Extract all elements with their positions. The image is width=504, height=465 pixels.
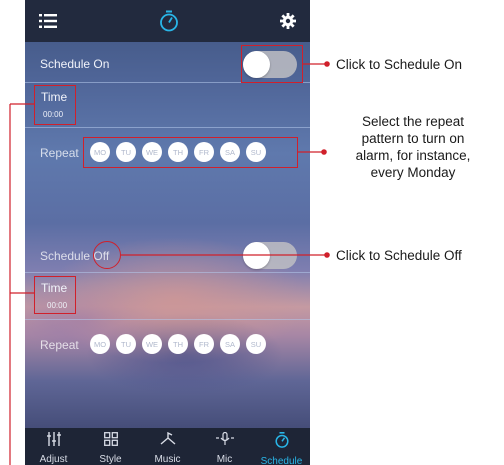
day-fr-button[interactable]: FR	[194, 334, 214, 354]
music-icon	[159, 431, 177, 451]
nav-adjust[interactable]: Adjust	[28, 432, 80, 465]
nav-label: Schedule	[260, 456, 303, 465]
callout-schedule-on: Click to Schedule On	[336, 57, 463, 72]
nav-label: Style	[99, 454, 122, 465]
annotation-box-time	[34, 276, 76, 314]
schedule-on-label: Schedule On	[40, 57, 110, 71]
day-mo-button[interactable]: MO	[90, 334, 110, 354]
callout-repeat-line: every Monday	[370, 165, 456, 180]
callout-repeat: Select the repeat pattern to turn on ala…	[328, 113, 498, 181]
nav-style[interactable]: Style	[85, 432, 137, 465]
annotation-circle-off	[93, 241, 121, 269]
stopwatch-icon[interactable]	[159, 10, 179, 32]
day-sa-button[interactable]: SA	[220, 334, 240, 354]
schedule-off-prefix: Schedule	[40, 249, 94, 263]
repeat-label: Repeat	[40, 338, 79, 352]
repeat-days: MO TU WE TH FR SA SU	[90, 334, 266, 354]
day-we-button[interactable]: WE	[142, 334, 162, 354]
repeat-label: Repeat	[40, 146, 79, 160]
annotation-box-repeat	[83, 137, 298, 168]
annotation-box-toggle	[241, 45, 303, 83]
day-th-button[interactable]: TH	[168, 334, 188, 354]
top-bar	[25, 0, 310, 42]
gear-icon[interactable]	[280, 13, 296, 29]
stopwatch-icon	[274, 432, 290, 453]
list-icon[interactable]	[39, 14, 57, 28]
divider	[25, 319, 310, 320]
nav-label: Music	[154, 454, 181, 465]
nav-music[interactable]: Music	[142, 431, 194, 465]
toggle-knob	[243, 242, 270, 269]
nav-label: Adjust	[39, 454, 68, 465]
callout-repeat-line: alarm, for instance,	[355, 148, 471, 163]
schedule-off-toggle[interactable]	[243, 242, 297, 269]
nav-mic[interactable]: Mic	[199, 431, 251, 465]
nav-label: Mic	[216, 454, 233, 465]
bottom-nav: Adjust Style Music Mic Schedule	[25, 428, 310, 465]
sliders-icon	[46, 432, 62, 451]
annotation-box-time	[34, 85, 76, 125]
day-tu-button[interactable]: TU	[116, 334, 136, 354]
divider	[25, 127, 310, 128]
callout-schedule-off: Click to Schedule Off	[336, 248, 462, 263]
day-su-button[interactable]: SU	[246, 334, 266, 354]
microphone-icon	[215, 431, 235, 451]
divider	[25, 272, 310, 273]
grid-icon	[103, 432, 118, 451]
callout-repeat-line: Select the repeat	[361, 114, 465, 129]
nav-schedule[interactable]: Schedule	[256, 432, 308, 465]
callout-repeat-line: pattern to turn on	[361, 131, 465, 146]
